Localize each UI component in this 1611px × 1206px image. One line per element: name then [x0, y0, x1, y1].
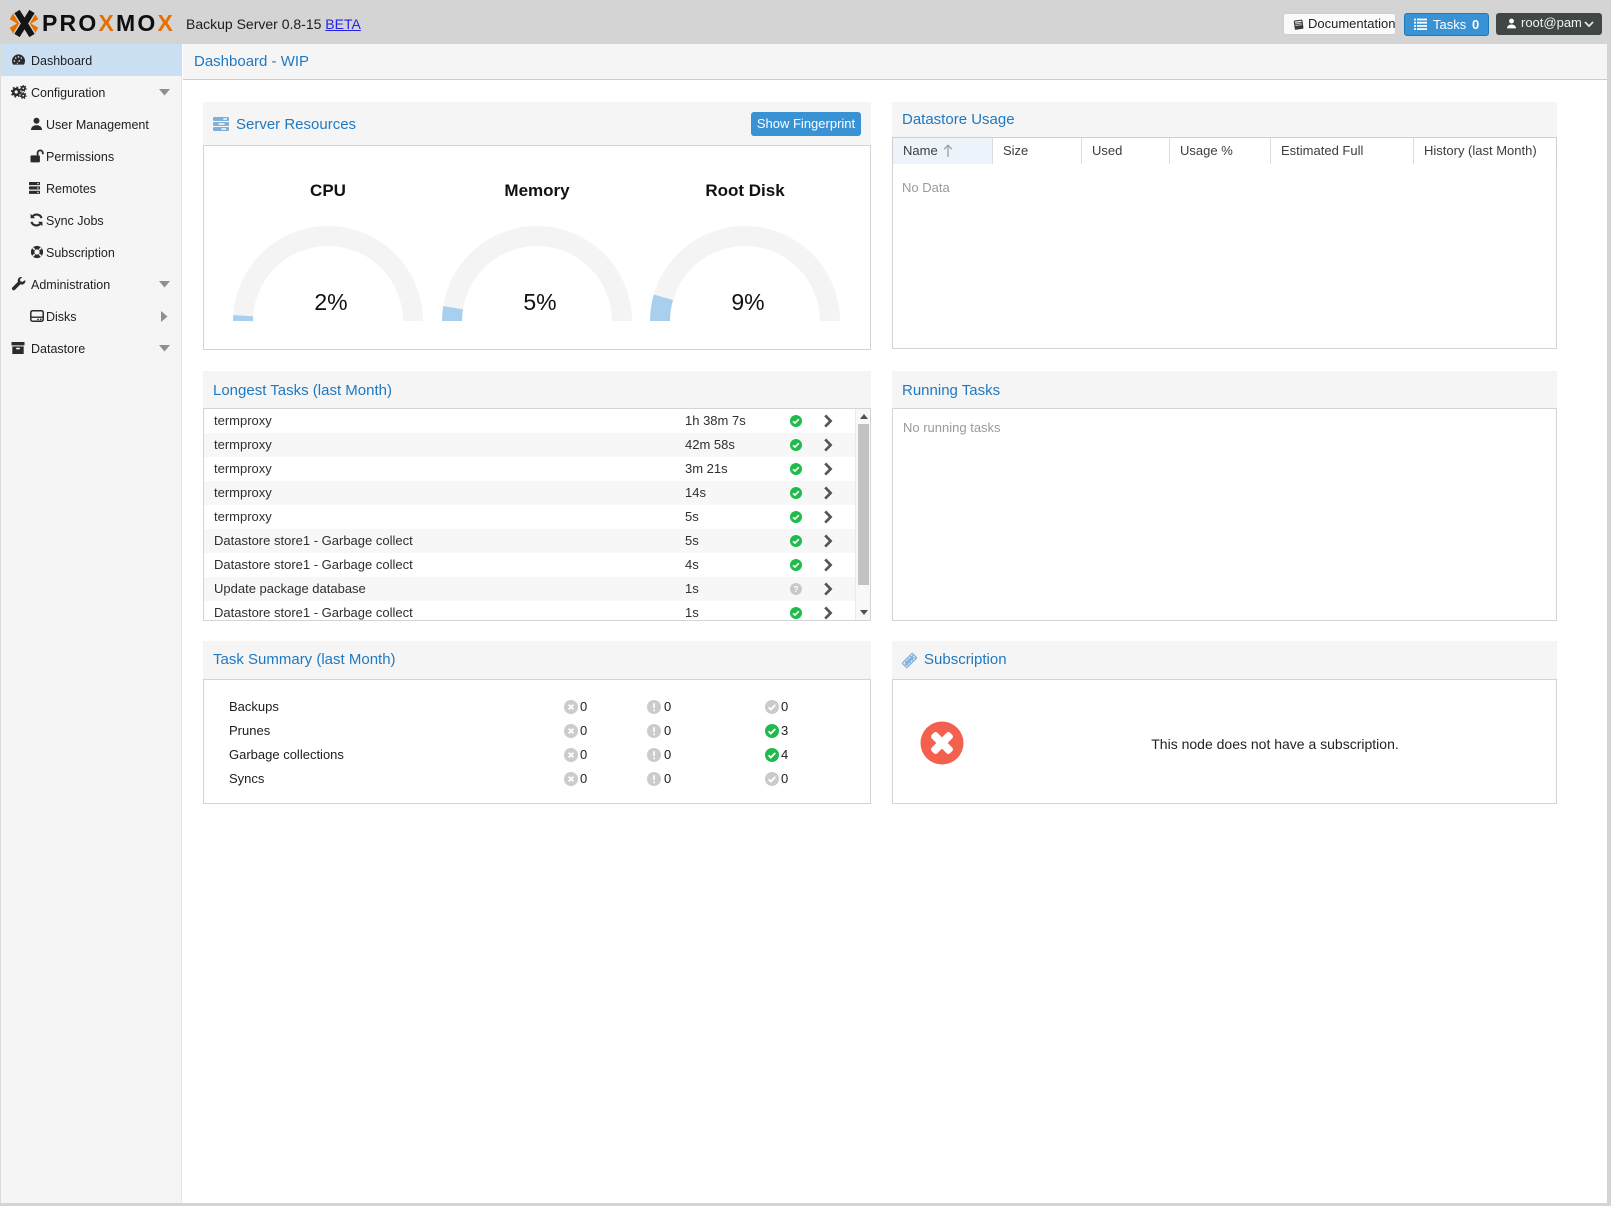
svg-text:?: ?: [794, 585, 799, 594]
